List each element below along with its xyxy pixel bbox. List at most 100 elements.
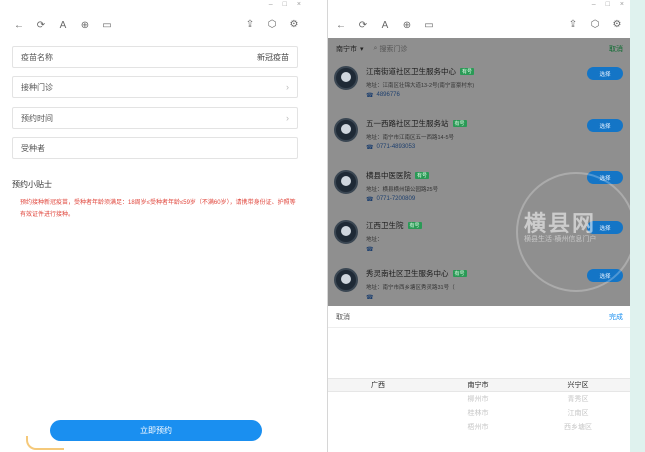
availability-badge: 有号 (452, 120, 467, 127)
clinic-phone: 0771-7200809 (376, 196, 416, 202)
picker-header: 取消 完成 (328, 306, 631, 328)
search-icon: ⌕ (373, 45, 378, 52)
district-option[interactable]: 江南区 (528, 408, 628, 422)
select-clinic-button[interactable]: 选择 (587, 269, 623, 282)
vaccine-name-label: 疫苗名称 (21, 52, 53, 62)
city-selector[interactable]: 南宁市 ▾ (336, 44, 364, 54)
availability-badge: 有号 (415, 172, 430, 179)
maximize-button[interactable]: □ (606, 1, 610, 8)
picker-done-button[interactable]: 完成 (609, 312, 623, 322)
minimize-button[interactable]: – (269, 1, 273, 8)
clinic-avatar (334, 118, 358, 142)
search-placeholder: 搜索门诊 (379, 46, 408, 53)
district-option[interactable]: 兴宁区 (528, 380, 628, 394)
select-clinic-button[interactable]: 选择 (587, 119, 623, 132)
right-window: – □ × ← ⟳ A ⊕ ▭ ⇪ ⬡ ⚙ 南宁市 ▾ ⌕ 搜索门诊 取消 江南… (327, 0, 631, 452)
clinic-avatar (334, 170, 358, 194)
select-clinic-button[interactable]: 选择 (587, 171, 623, 184)
clinic-address: 地址：南宁市西乡塘区秀灵路31号（ (366, 285, 455, 291)
availability-badge: 有号 (452, 270, 467, 277)
vaccine-name-value: 新冠疫苗 (257, 52, 289, 62)
back-arrow-icon[interactable]: ← (14, 21, 24, 31)
share-icon[interactable]: ⇪ (245, 20, 255, 30)
right-titlebar: – □ × (328, 0, 630, 14)
clinic-address: 地址：江南区壮锦大道13-2号(南宁富豪村东) (366, 83, 475, 89)
minimize-button[interactable]: – (592, 1, 596, 8)
font-size-icon[interactable]: A (380, 21, 390, 31)
clinic-address: 地址：横县横州镇公园路25号 (366, 187, 439, 193)
link-icon[interactable]: ⊕ (80, 21, 90, 31)
vaccine-name-field[interactable]: 疫苗名称 新冠疫苗 (12, 46, 298, 68)
chevron-right-icon: › (286, 82, 289, 92)
tips-text: 预约接种新冠疫苗，受种者年龄须满足：18周岁≤受种者年龄≤59岁（不满60岁），… (20, 200, 296, 218)
phone-icon: ☎ (366, 247, 374, 253)
tips-title: 预约小贴士 (12, 180, 52, 189)
recipient-field[interactable]: 受种者 (12, 137, 298, 159)
clinic-phone: 0771-4893053 (376, 144, 416, 150)
watermark-subtitle: 横县生活·横州信息门户 (524, 236, 597, 243)
clinic-list-overlay: 南宁市 ▾ ⌕ 搜索门诊 取消 江南街道社区卫生服务中心 有号 地址：江南区壮锦大… (328, 38, 631, 306)
close-button[interactable]: × (620, 1, 624, 8)
settings-gear-icon[interactable]: ⚙ (289, 20, 299, 30)
settings-gear-icon[interactable]: ⚙ (612, 20, 622, 30)
phone-icon: ☎ (366, 295, 374, 301)
clinic-list-item[interactable]: 江南街道社区卫生服务中心 有号 地址：江南区壮锦大道13-2号(南宁富豪村东) ☎… (328, 62, 631, 114)
left-titlebar: – □ × (6, 0, 307, 14)
district-column[interactable]: 兴宁区 青秀区 江南区 西乡塘区 (528, 380, 628, 436)
search-row: 南宁市 ▾ ⌕ 搜索门诊 取消 (328, 38, 631, 60)
district-option[interactable]: 青秀区 (528, 394, 628, 408)
left-window: – □ × ← ⟳ A ⊕ ▭ ⇪ ⬡ ⚙ 疫苗名称 新冠疫苗 接种门诊 › 预… (6, 0, 307, 452)
city-column[interactable]: 南宁市 柳州市 桂林市 梧州市 (428, 380, 528, 436)
availability-badge: 有号 (407, 222, 422, 229)
clinic-name: 秀灵南社区卫生服务中心 (366, 269, 449, 278)
picker-cancel-button[interactable]: 取消 (336, 312, 350, 322)
city-name: 南宁市 (336, 46, 357, 53)
clinic-list-item[interactable]: 秀灵南社区卫生服务中心 有号 地址：南宁市西乡塘区秀灵路31号（ ☎ 选择 (328, 264, 631, 306)
search-input[interactable]: ⌕ 搜索门诊 (374, 44, 408, 54)
book-now-button[interactable]: 立即预约 (50, 420, 262, 441)
cube-icon[interactable]: ⬡ (267, 20, 277, 30)
clinic-address: 地址： (366, 237, 383, 243)
left-toolbar: ← ⟳ A ⊕ ▭ ⇪ ⬡ ⚙ (6, 14, 307, 38)
city-option[interactable]: 梧州市 (428, 422, 528, 436)
back-arrow-icon[interactable]: ← (336, 21, 346, 31)
refresh-icon[interactable]: ⟳ (36, 21, 46, 31)
refresh-icon[interactable]: ⟳ (358, 21, 368, 31)
clinic-label: 接种门诊 (21, 82, 53, 92)
clinic-address: 地址：南宁市江南区五一西路14-5号 (366, 135, 455, 141)
search-cancel-button[interactable]: 取消 (609, 44, 623, 54)
dropdown-caret-icon: ▾ (360, 46, 364, 53)
clinic-avatar (334, 66, 358, 90)
clinic-name: 横县中医医院 (366, 171, 411, 180)
region-picker[interactable]: 广西 南宁市 柳州市 桂林市 梧州市 兴宁区 青秀区 江南区 西乡塘区 (328, 378, 631, 452)
clinic-phone: 4896776 (376, 92, 400, 98)
clinic-avatar (334, 220, 358, 244)
availability-badge: 有号 (460, 68, 475, 75)
document-icon[interactable]: ▭ (424, 21, 434, 31)
clinic-select-field[interactable]: 接种门诊 › (12, 76, 298, 98)
appointment-time-field[interactable]: 预约时间 › (12, 107, 298, 129)
close-button[interactable]: × (297, 1, 301, 8)
link-icon[interactable]: ⊕ (402, 21, 412, 31)
cube-icon[interactable]: ⬡ (590, 20, 600, 30)
font-size-icon[interactable]: A (58, 21, 68, 31)
clinic-name: 五一西路社区卫生服务站 (366, 119, 449, 128)
phone-icon: ☎ (366, 197, 374, 203)
clinic-name: 江南街道社区卫生服务中心 (366, 67, 456, 76)
appointment-time-label: 预约时间 (21, 113, 53, 123)
document-icon[interactable]: ▭ (102, 21, 112, 31)
city-option[interactable]: 柳州市 (428, 394, 528, 408)
city-option[interactable]: 南宁市 (428, 380, 528, 394)
chevron-right-icon: › (286, 113, 289, 123)
share-icon[interactable]: ⇪ (568, 20, 578, 30)
district-option[interactable]: 西乡塘区 (528, 422, 628, 436)
select-clinic-button[interactable]: 选择 (587, 67, 623, 80)
clinic-list-item[interactable]: 五一西路社区卫生服务站 有号 地址：南宁市江南区五一西路14-5号 ☎ 0771-4… (328, 114, 631, 166)
corner-decoration (26, 436, 64, 450)
maximize-button[interactable]: □ (283, 1, 287, 8)
recipient-label: 受种者 (21, 143, 45, 153)
phone-icon: ☎ (366, 145, 374, 151)
city-option[interactable]: 桂林市 (428, 408, 528, 422)
province-option[interactable]: 广西 (328, 380, 428, 394)
province-column[interactable]: 广西 (328, 380, 428, 394)
